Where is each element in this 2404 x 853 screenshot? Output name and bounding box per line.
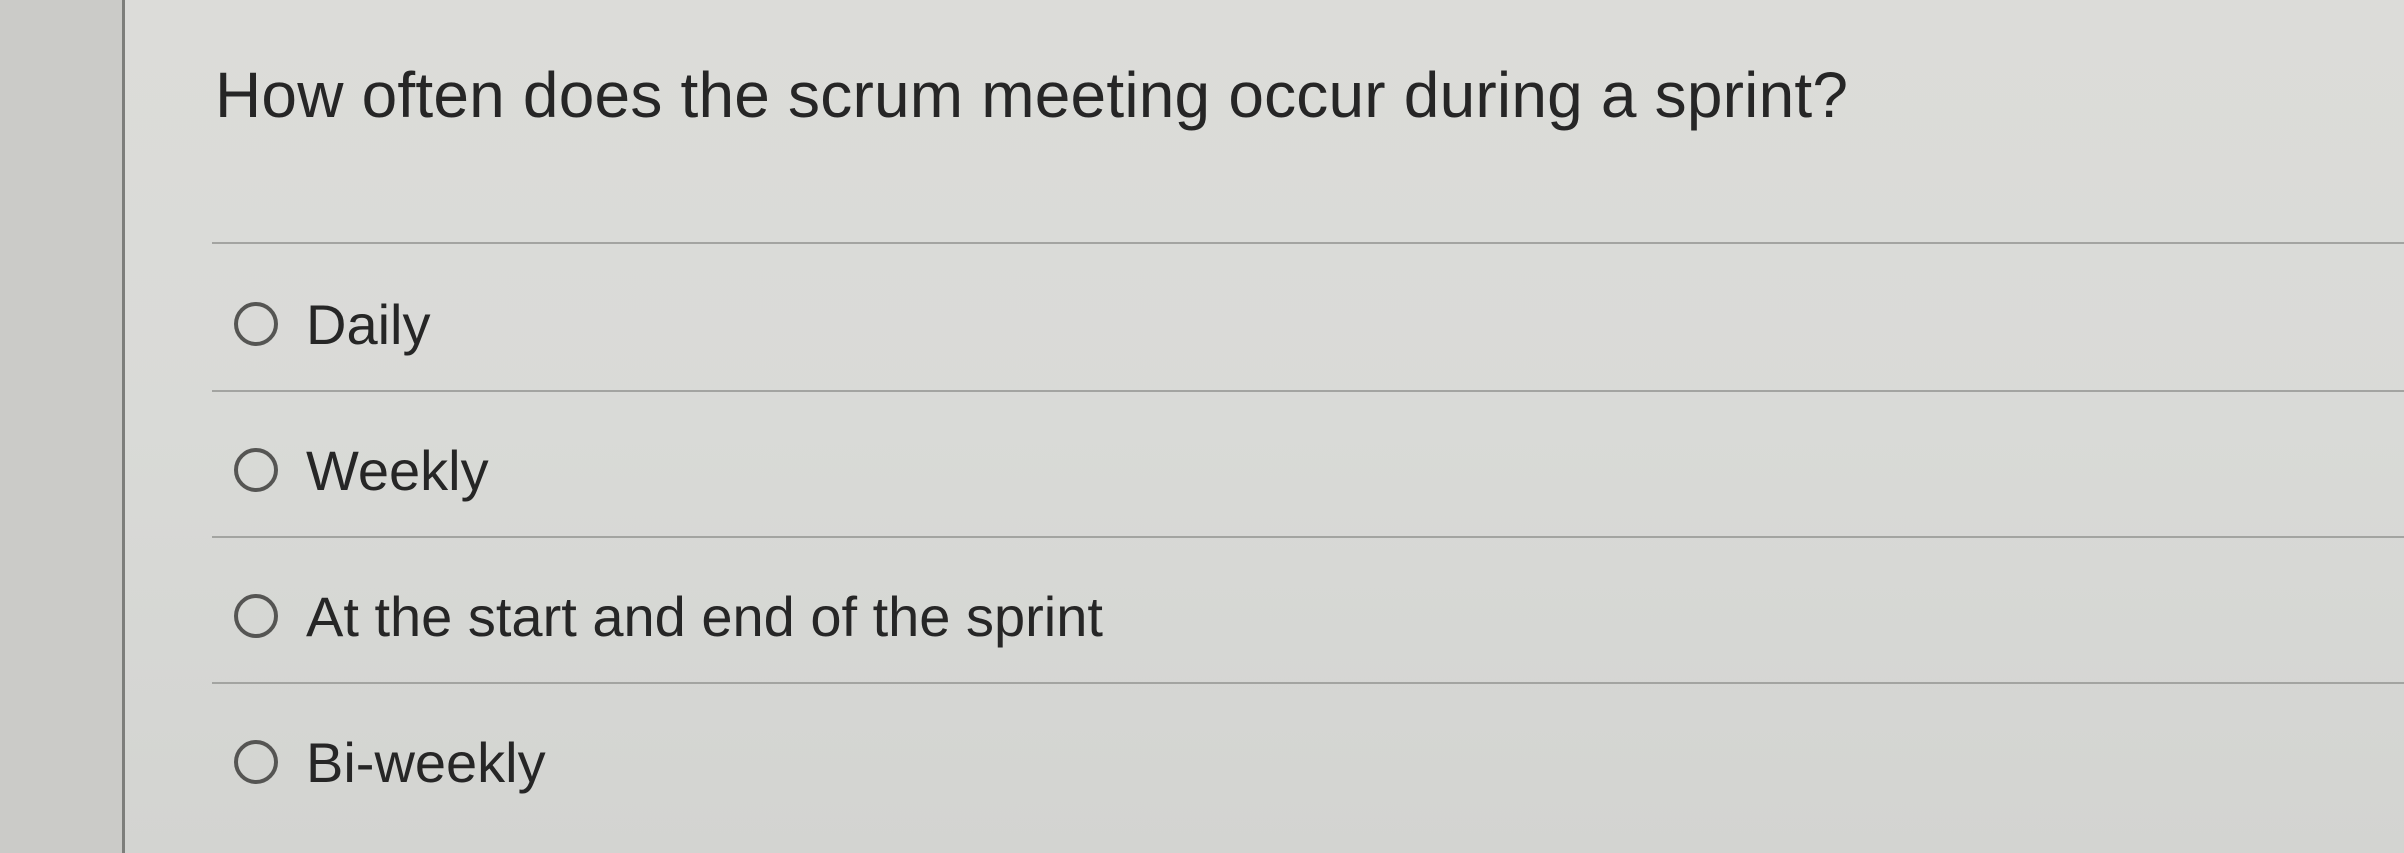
- divider: [212, 390, 2404, 392]
- radio-button-icon[interactable]: [234, 594, 278, 638]
- question-text: How often does the scrum meeting occur d…: [215, 59, 1849, 131]
- divider: [212, 242, 2404, 244]
- option-label: Daily: [306, 292, 431, 356]
- radio-button-icon[interactable]: [234, 302, 278, 346]
- option-label: At the start and end of the sprint: [306, 584, 1103, 648]
- quiz-page: How often does the scrum meeting occur d…: [0, 0, 2404, 853]
- left-margin: [0, 0, 122, 853]
- option-daily[interactable]: Daily: [212, 284, 1812, 364]
- radio-button-icon[interactable]: [234, 740, 278, 784]
- option-start-and-end[interactable]: At the start and end of the sprint: [212, 576, 1812, 656]
- divider: [212, 536, 2404, 538]
- option-bi-weekly[interactable]: Bi-weekly: [212, 722, 1812, 802]
- option-weekly[interactable]: Weekly: [212, 430, 1812, 510]
- divider: [212, 682, 2404, 684]
- radio-button-icon[interactable]: [234, 448, 278, 492]
- option-label: Bi-weekly: [306, 730, 546, 794]
- option-label: Weekly: [306, 438, 489, 502]
